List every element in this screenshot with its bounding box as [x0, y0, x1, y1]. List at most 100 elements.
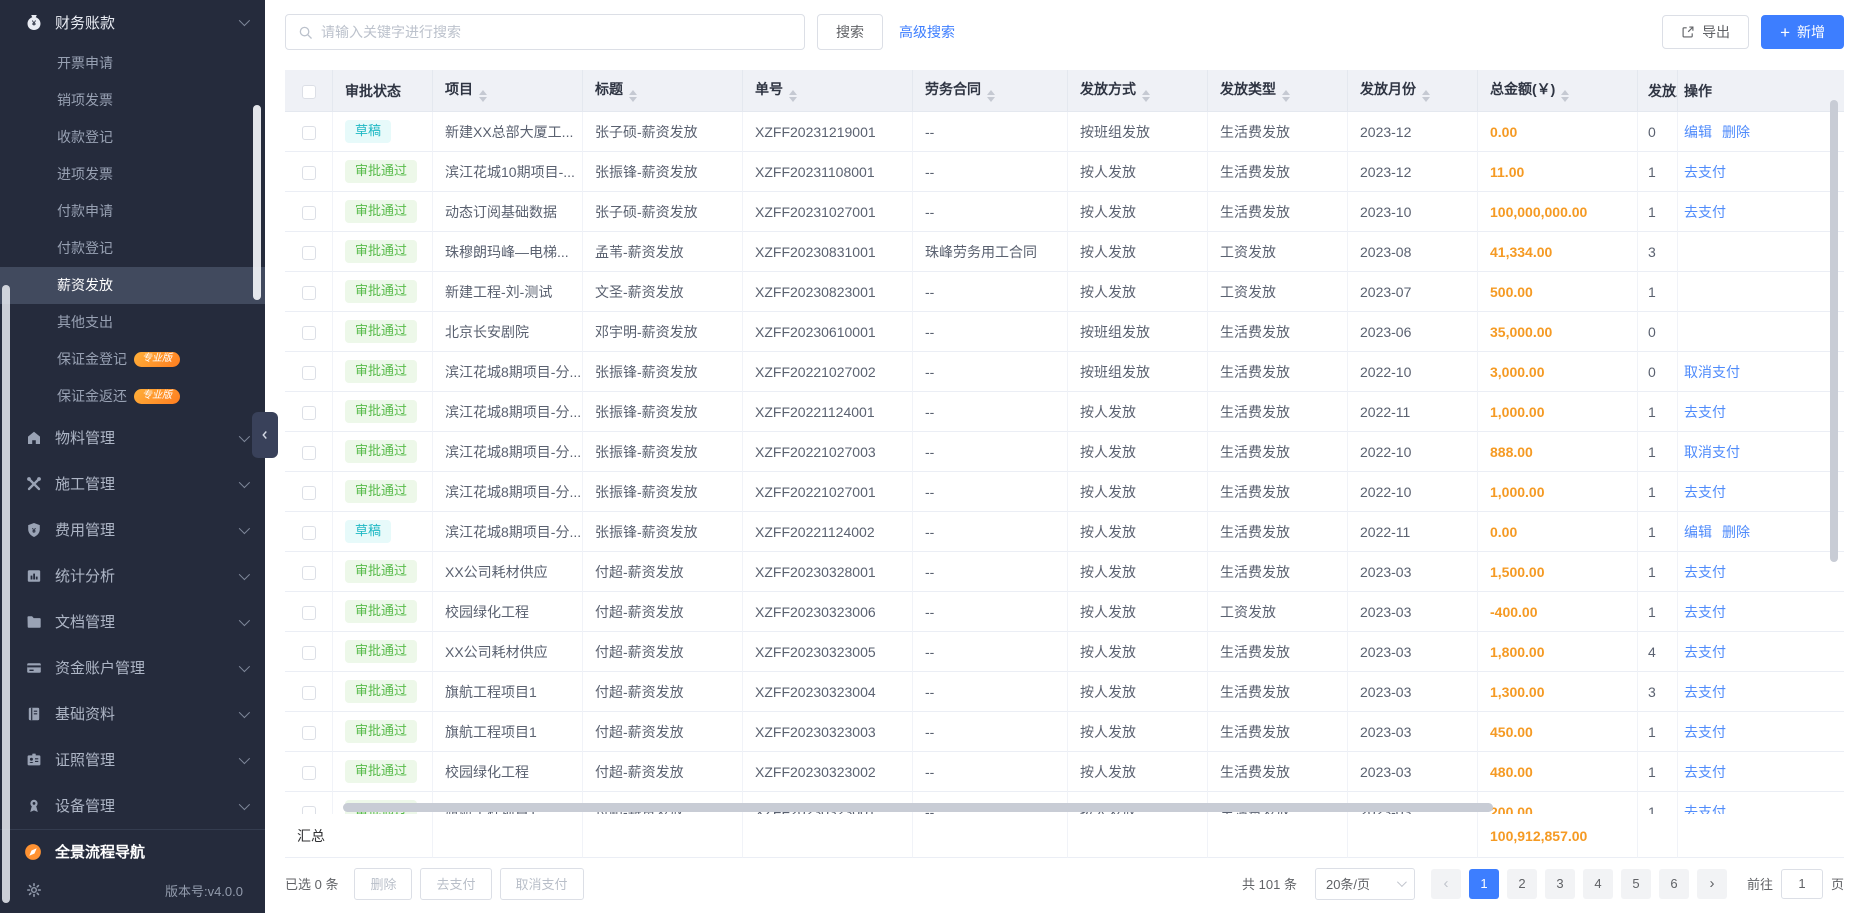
action-link-去支付[interactable]: 去支付 [1684, 804, 1726, 815]
row-checkbox[interactable] [302, 566, 316, 580]
sidebar-group-证照管理[interactable]: 证照管理 [0, 737, 265, 783]
column-header-标题[interactable]: 标题 [583, 70, 743, 112]
row-checkbox[interactable] [302, 486, 316, 500]
sidebar-item-销项发票[interactable]: 销项发票 [0, 82, 265, 119]
page-button-1[interactable]: 1 [1469, 869, 1499, 899]
sidebar-group-施工管理[interactable]: 施工管理 [0, 461, 265, 507]
page-button-3[interactable]: 3 [1545, 869, 1575, 899]
column-header-发放方式[interactable]: 发放方式 [1068, 70, 1208, 112]
action-link-编辑[interactable]: 编辑 [1684, 124, 1712, 140]
column-header-总金额(￥)[interactable]: 总金额(￥) [1478, 70, 1638, 112]
action-link-取消支付[interactable]: 取消支付 [1684, 444, 1740, 460]
row-checkbox[interactable] [302, 406, 316, 420]
action-link-去支付[interactable]: 去支付 [1684, 724, 1726, 740]
action-link-删除[interactable]: 删除 [1722, 124, 1750, 140]
row-checkbox[interactable] [302, 326, 316, 340]
action-link-去支付[interactable]: 去支付 [1684, 644, 1726, 660]
action-link-去支付[interactable]: 去支付 [1684, 164, 1726, 180]
select-all-checkbox[interactable] [302, 85, 316, 99]
sidebar-group-基础资料[interactable]: 基础资料 [0, 691, 265, 737]
search-input[interactable] [321, 24, 792, 40]
sidebar-item-开票申请[interactable]: 开票申请 [0, 45, 265, 82]
search-box[interactable] [285, 14, 805, 50]
row-checkbox[interactable] [302, 166, 316, 180]
page-button-2[interactable]: 2 [1507, 869, 1537, 899]
row-checkbox[interactable] [302, 726, 316, 740]
column-header-发放类型[interactable]: 发放类型 [1208, 70, 1348, 112]
action-link-去支付[interactable]: 去支付 [1684, 764, 1726, 780]
gear-icon[interactable] [26, 882, 42, 898]
row-checkbox[interactable] [302, 446, 316, 460]
page-left-scrollbar[interactable] [2, 285, 10, 903]
sidebar-item-付款登记[interactable]: 付款登记 [0, 230, 265, 267]
sidebar-group-费用管理[interactable]: ¥费用管理 [0, 507, 265, 553]
vertical-scrollbar[interactable] [1830, 100, 1838, 562]
cell-status: 审批通过 [333, 432, 433, 472]
action-link-去支付[interactable]: 去支付 [1684, 404, 1726, 420]
column-header-项目[interactable]: 项目 [433, 70, 583, 112]
row-checkbox[interactable] [302, 806, 316, 814]
action-link-去支付[interactable]: 去支付 [1684, 204, 1726, 220]
action-link-去支付[interactable]: 去支付 [1684, 604, 1726, 620]
sidebar-item-收款登记[interactable]: 收款登记 [0, 119, 265, 156]
row-checkbox[interactable] [302, 286, 316, 300]
sidebar-group-资金账户管理[interactable]: 资金账户管理 [0, 645, 265, 691]
action-link-取消支付[interactable]: 取消支付 [1684, 364, 1740, 380]
sort-caret-icon[interactable] [1142, 90, 1150, 102]
cell-doc_no: XZFF20221027001 [743, 472, 913, 512]
page-button-4[interactable]: 4 [1583, 869, 1613, 899]
sort-caret-icon[interactable] [1561, 90, 1569, 102]
column-header-发放月份[interactable]: 发放月份 [1348, 70, 1478, 112]
sidebar-item-其他支出[interactable]: 其他支出 [0, 304, 265, 341]
sidebar-item-保证金登记[interactable]: 保证金登记专业版 [0, 341, 265, 378]
sidebar-group-finance[interactable]: ¥ 财务账款 [0, 0, 265, 45]
row-checkbox[interactable] [302, 686, 316, 700]
sidebar-collapse-button[interactable] [252, 412, 278, 458]
bulk-button-去支付[interactable]: 去支付 [420, 868, 491, 900]
sort-caret-icon[interactable] [789, 90, 797, 102]
sort-caret-icon[interactable] [987, 90, 995, 102]
row-checkbox[interactable] [302, 206, 316, 220]
sort-caret-icon[interactable] [1282, 90, 1290, 102]
row-checkbox[interactable] [302, 606, 316, 620]
sort-caret-icon[interactable] [479, 90, 487, 102]
sidebar-item-process-nav[interactable]: 全景流程导航 [0, 829, 265, 874]
bulk-button-取消支付[interactable]: 取消支付 [500, 868, 584, 900]
horizontal-scrollbar[interactable] [343, 803, 1493, 812]
sidebar-group-设备管理[interactable]: 设备管理 [0, 783, 265, 829]
goto-page-input[interactable] [1781, 869, 1823, 899]
export-button[interactable]: 导出 [1662, 15, 1749, 49]
row-checkbox[interactable] [302, 366, 316, 380]
add-button[interactable]: + 新增 [1761, 15, 1844, 49]
column-header-单号[interactable]: 单号 [743, 70, 913, 112]
action-link-去支付[interactable]: 去支付 [1684, 684, 1726, 700]
row-checkbox[interactable] [302, 646, 316, 660]
sidebar-group-统计分析[interactable]: 统计分析 [0, 553, 265, 599]
action-link-编辑[interactable]: 编辑 [1684, 524, 1712, 540]
page-button-6[interactable]: 6 [1659, 869, 1689, 899]
row-checkbox[interactable] [302, 766, 316, 780]
row-checkbox[interactable] [302, 126, 316, 140]
action-link-去支付[interactable]: 去支付 [1684, 564, 1726, 580]
column-header-劳务合同[interactable]: 劳务合同 [913, 70, 1068, 112]
row-checkbox[interactable] [302, 526, 316, 540]
action-link-删除[interactable]: 删除 [1722, 524, 1750, 540]
search-button[interactable]: 搜索 [817, 14, 883, 50]
page-size-select[interactable]: 20条/页 [1315, 868, 1415, 900]
sort-caret-icon[interactable] [629, 90, 637, 102]
row-checkbox[interactable] [302, 246, 316, 260]
sidebar-group-物料管理[interactable]: 物料管理 [0, 415, 265, 461]
sidebar-group-文档管理[interactable]: 文档管理 [0, 599, 265, 645]
sidebar-item-保证金返还[interactable]: 保证金返还专业版 [0, 378, 265, 415]
sidebar-scrollbar[interactable] [253, 105, 261, 300]
sidebar-item-进项发票[interactable]: 进项发票 [0, 156, 265, 193]
prev-page-button[interactable]: ‹ [1431, 869, 1461, 899]
next-page-button[interactable]: › [1697, 869, 1727, 899]
page-button-5[interactable]: 5 [1621, 869, 1651, 899]
sort-caret-icon[interactable] [1422, 90, 1430, 102]
sidebar-item-薪资发放[interactable]: 薪资发放 [0, 267, 265, 304]
action-link-去支付[interactable]: 去支付 [1684, 484, 1726, 500]
advanced-search-link[interactable]: 高级搜索 [899, 22, 955, 42]
sidebar-item-付款申请[interactable]: 付款申请 [0, 193, 265, 230]
bulk-button-删除[interactable]: 删除 [354, 868, 412, 900]
